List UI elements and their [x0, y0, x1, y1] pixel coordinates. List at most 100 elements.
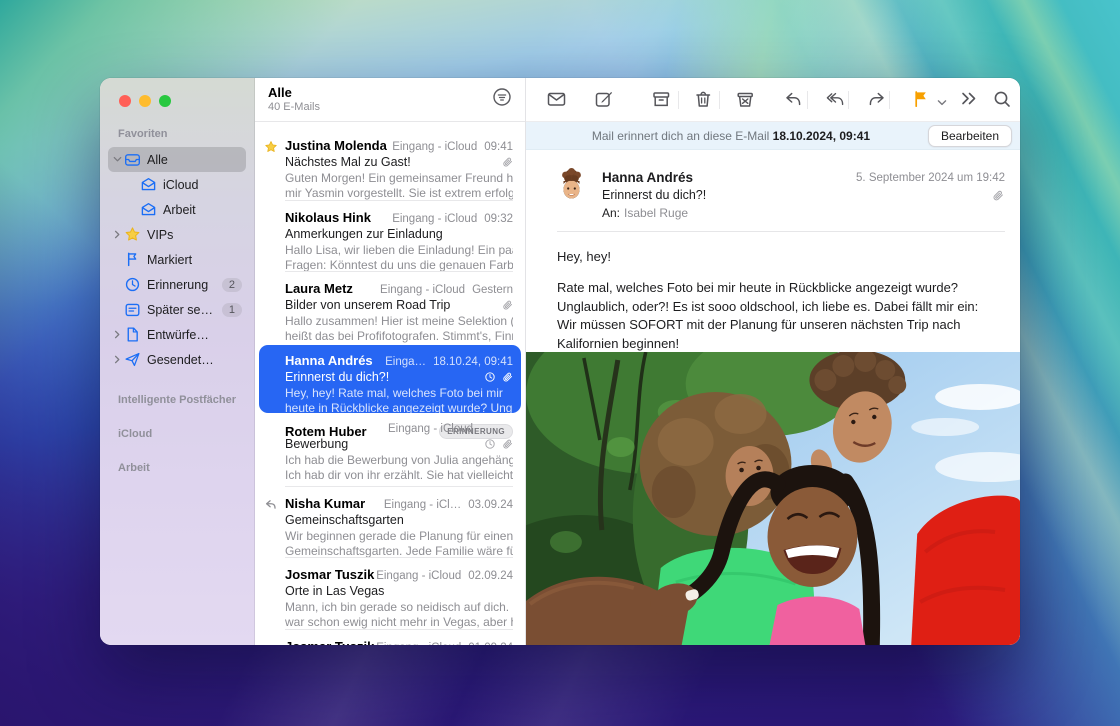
junk-icon[interactable] [735, 89, 756, 110]
sidebar-item-vips[interactable]: VIPs [108, 222, 246, 247]
email-list-item[interactable]: Josmar TuszikEingang - iCloud01.09.24 [255, 630, 525, 646]
reminder-text: Mail erinnert dich an diese E-Mail [592, 129, 769, 143]
unread-count-badge: 2 [222, 278, 242, 292]
paperclip-icon [501, 371, 513, 383]
email-list-item[interactable]: Rotem HuberERINNERUNG Eingang - iCloud B… [255, 415, 525, 487]
reply-all-icon[interactable] [825, 89, 846, 110]
reminder-banner-text: Mail erinnert dich an diese E-Mail 18.10… [534, 129, 928, 143]
search-icon[interactable] [992, 89, 1013, 110]
sender-avatar [555, 168, 588, 201]
email-subject: Bewerbung [285, 437, 484, 451]
flag-menu-chevron-icon[interactable] [937, 95, 947, 105]
body-paragraph: Rate mal, welches Foto bei mir heute in … [557, 279, 992, 353]
email-time: Gestern [472, 284, 513, 296]
email-sender: Josmar Tuszik [285, 639, 374, 646]
email-subject: Erinnerst du dich?! [285, 370, 484, 384]
sidebar-item-label: VIPs [147, 228, 246, 242]
sidebar-item-spaeter-senden[interactable]: Später se… 1 [108, 297, 246, 322]
email-list-item-selected[interactable]: Hanna AndrésEinga…18.10.24, 09:41 Erinne… [255, 344, 525, 416]
to-label: An: [602, 206, 620, 220]
email-subject: Nächstes Mal zu Gast! [285, 155, 501, 169]
zoom-window-button[interactable] [159, 95, 171, 107]
email-mailbox: Eingang - iCloud [376, 570, 461, 582]
mail-window: Favoriten Alle iCloud Arbeit [100, 78, 1020, 645]
email-list-item[interactable]: Nisha KumarEingang - iCl…03.09.24 Gemein… [255, 487, 525, 559]
filter-icon[interactable] [492, 87, 512, 107]
clock-icon [124, 276, 141, 293]
forward-icon[interactable] [867, 89, 888, 110]
sidebar-item-gesendet[interactable]: Gesendet… [108, 347, 246, 372]
email-sender: Laura Metz [285, 281, 353, 296]
trash-icon[interactable] [693, 89, 714, 110]
edit-reminder-button[interactable]: Bearbeiten [928, 125, 1012, 147]
sidebar-item-markiert[interactable]: Markiert [108, 247, 246, 272]
reply-icon[interactable] [783, 89, 804, 110]
email-preview: Gemeinschaftsgarten. Jede Familie wäre f… [285, 545, 513, 559]
sidebar-section-arbeit[interactable]: Arbeit [100, 462, 254, 474]
reading-pane: Mail erinnert dich an diese E-Mail 18.10… [525, 78, 1020, 645]
minimize-window-button[interactable] [139, 95, 151, 107]
email-mailbox: Eingang - iCloud [392, 141, 477, 153]
email-list-item[interactable]: Justina MolendaEingang - iCloud09:41 Näc… [255, 129, 525, 201]
desktop-wallpaper: Favoriten Alle iCloud Arbeit [0, 0, 1120, 726]
sidebar-item-entwuerfe[interactable]: Entwürfe… [108, 322, 246, 347]
unread-count-badge: 1 [222, 303, 242, 317]
paperclip-icon [991, 189, 1004, 202]
reminder-date: 18.10.2024, 09:41 [773, 129, 870, 143]
email-sender: Justina Molenda [285, 138, 387, 153]
reminder-clock-icon [484, 438, 496, 450]
toolbar [526, 78, 1020, 122]
window-controls [119, 95, 171, 107]
sidebar-item-label: iCloud [163, 178, 246, 192]
chevron-right-icon[interactable] [112, 355, 122, 364]
sidebar-item-arbeit-inbox[interactable]: Arbeit [108, 197, 246, 222]
email-time: 01.09.24 [468, 642, 513, 646]
message-date: 5. September 2024 um 19:42 [856, 172, 1005, 184]
photo-attachment[interactable] [526, 352, 1020, 645]
email-time: 03.09.24 [468, 499, 513, 511]
email-preview: Ich hab dir von ihr erzählt. Sie hat vie… [285, 469, 513, 483]
paperclip-icon [501, 299, 513, 311]
mailbox-title: Alle [268, 85, 513, 100]
get-mail-icon[interactable] [546, 89, 567, 110]
replied-arrow-icon [264, 498, 278, 512]
reminder-clock-icon [484, 371, 496, 383]
archive-icon[interactable] [651, 89, 672, 110]
sidebar-item-alle[interactable]: Alle [108, 147, 246, 172]
email-mailbox: Einga… [385, 356, 426, 368]
draft-document-icon [124, 326, 141, 343]
email-list-item[interactable]: Laura MetzEingang - iCloudGestern Bilder… [255, 272, 525, 344]
email-subject: Gemeinschaftsgarten [285, 513, 513, 527]
email-sender: Nisha Kumar [285, 496, 365, 511]
email-preview: Fragen: Könntest du uns die genauen Farb… [285, 259, 513, 273]
star-icon [124, 226, 141, 243]
email-preview: Guten Morgen! Ein gemeinsamer Freund hat [285, 172, 513, 186]
sidebar-item-label: Markiert [147, 253, 246, 267]
email-preview: heute in Rückblicke angezeigt wurde? Ung… [285, 402, 513, 416]
email-list-item[interactable]: Josmar TuszikEingang - iCloud02.09.24 Or… [255, 558, 525, 630]
email-time: 02.09.24 [468, 570, 513, 582]
mailbox-icon [140, 176, 157, 193]
vip-star-icon [264, 140, 278, 154]
email-list-item[interactable]: Nikolaus HinkEingang - iCloud09:32 Anmer… [255, 201, 525, 273]
recipient-name[interactable]: Isabel Ruge [624, 206, 688, 220]
close-window-button[interactable] [119, 95, 131, 107]
sidebar-item-icloud-inbox[interactable]: iCloud [108, 172, 246, 197]
flag-icon[interactable] [911, 89, 932, 110]
sidebar-section-icloud[interactable]: iCloud [100, 428, 254, 440]
sidebar-item-erinnerung[interactable]: Erinnerung 2 [108, 272, 246, 297]
email-preview: war schon ewig nicht mehr in Vegas, aber… [285, 616, 513, 630]
sidebar-item-label: Alle [147, 153, 246, 167]
overflow-icon[interactable] [959, 89, 980, 110]
compose-icon[interactable] [594, 89, 615, 110]
email-preview: Mann, ich bin gerade so neidisch auf dic… [285, 601, 513, 615]
email-mailbox: Eingang - iCloud [392, 213, 477, 225]
flag-icon [124, 251, 141, 268]
chevron-down-icon[interactable] [112, 155, 122, 164]
paperclip-icon [501, 438, 513, 450]
email-sender: Nikolaus Hink [285, 210, 371, 225]
chevron-right-icon[interactable] [112, 330, 122, 339]
chevron-right-icon[interactable] [112, 230, 122, 239]
sidebar: Favoriten Alle iCloud Arbeit [100, 78, 255, 645]
sidebar-section-smart-mailboxes[interactable]: Intelligente Postfächer [100, 394, 254, 406]
